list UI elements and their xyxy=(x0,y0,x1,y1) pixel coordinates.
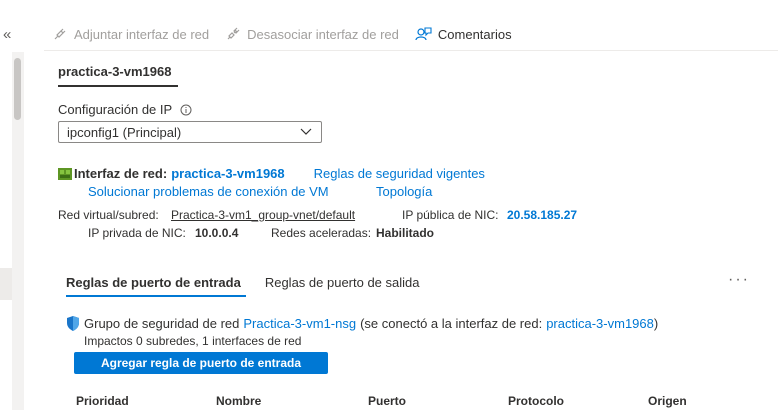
nic-tab-underline xyxy=(58,85,178,87)
feedback-label: Comentarios xyxy=(437,26,512,42)
effective-rules-link[interactable]: Reglas de seguridad vigentes xyxy=(314,166,485,181)
rules-tabs: Reglas de puerto de entrada Reglas de pu… xyxy=(66,275,444,290)
topology-link[interactable]: Topología xyxy=(376,184,432,199)
column-header-protocol[interactable]: Protocolo xyxy=(508,394,564,408)
tab-inbound-rules[interactable]: Reglas de puerto de entrada xyxy=(66,275,241,290)
plug-icon xyxy=(54,28,66,40)
troubleshoot-link[interactable]: Solucionar problemas de conexión de VM xyxy=(88,184,329,199)
vnet-label: Red virtual/subred: xyxy=(58,208,159,222)
shield-icon xyxy=(67,316,79,331)
more-options-icon[interactable]: ··· xyxy=(728,271,750,289)
network-interface-icon xyxy=(58,167,72,180)
feedback-icon xyxy=(415,27,432,41)
column-header-priority[interactable]: Prioridad xyxy=(76,394,129,408)
private-ip-label: IP privada de NIC: xyxy=(88,226,186,240)
detach-nic-label: Desasociar interfaz de red xyxy=(247,26,399,42)
left-rail xyxy=(0,0,12,410)
active-tab-underline xyxy=(66,295,246,297)
nsg-nic-link[interactable]: practica-3-vm1968 xyxy=(546,316,654,331)
chevron-down-icon xyxy=(300,128,312,135)
column-header-name[interactable]: Nombre xyxy=(216,394,261,408)
nic-label: Interfaz de red: xyxy=(74,166,168,181)
tab-outbound-rules[interactable]: Reglas de puerto de salida xyxy=(265,275,420,290)
main-content: practica-3-vm1968 Configuración de IP ip… xyxy=(58,52,778,410)
ip-config-label-row: Configuración de IP xyxy=(58,102,192,117)
add-inbound-rule-button[interactable]: Agregar regla de puerto de entrada xyxy=(74,352,328,374)
public-ip-value[interactable]: 20.58.185.27 xyxy=(507,208,577,222)
nsg-middle-text: (se conectó a la interfaz de red: xyxy=(360,316,543,331)
public-ip-label: IP pública de NIC: xyxy=(402,208,499,222)
feedback-button[interactable]: Comentarios xyxy=(415,26,512,42)
ip-config-label: Configuración de IP xyxy=(58,102,173,117)
ip-config-selected: ipconfig1 (Principal) xyxy=(67,124,182,140)
accelerated-networking-value: Habilitado xyxy=(376,226,435,240)
detach-nic-button[interactable]: Desasociar interfaz de red xyxy=(225,26,399,42)
command-bar: Adjuntar interfaz de red Desasociar inte… xyxy=(44,18,778,50)
rail-selected-item xyxy=(0,268,12,300)
nsg-info-row: Grupo de seguridad de red Practica-3-vm1… xyxy=(66,316,658,331)
info-icon[interactable] xyxy=(180,104,192,116)
toolbar-divider xyxy=(44,50,778,51)
ip-config-dropdown[interactable]: ipconfig1 (Principal) xyxy=(58,121,322,143)
column-header-source[interactable]: Origen xyxy=(648,394,687,408)
nic-tab-vm[interactable]: practica-3-vm1968 xyxy=(58,64,171,79)
collapse-menu-icon[interactable]: « xyxy=(3,26,11,43)
nsg-prefix: Grupo de seguridad de red xyxy=(84,316,240,331)
attach-nic-label: Adjuntar interfaz de red xyxy=(74,26,210,42)
nsg-suffix: ) xyxy=(653,316,659,331)
nsg-name-link[interactable]: Practica-3-vm1-nsg xyxy=(243,316,356,331)
nic-name-link[interactable]: practica-3-vm1968 xyxy=(171,166,284,181)
nic-header-row: Interfaz de red: practica-3-vm1968 Regla… xyxy=(58,166,485,181)
private-ip-value: 10.0.0.4 xyxy=(195,226,239,240)
scrollbar-thumb[interactable] xyxy=(14,58,21,120)
nsg-impact-text: Impactos 0 subredes, 1 interfaces de red xyxy=(84,334,302,348)
accelerated-networking-label: Redes aceleradas: xyxy=(271,226,372,240)
column-header-port[interactable]: Puerto xyxy=(368,394,406,408)
vnet-link[interactable]: Practica-3-vm1_group-vnet/default xyxy=(171,208,355,222)
attach-nic-button[interactable]: Adjuntar interfaz de red xyxy=(52,26,209,42)
unplug-icon xyxy=(227,27,240,40)
